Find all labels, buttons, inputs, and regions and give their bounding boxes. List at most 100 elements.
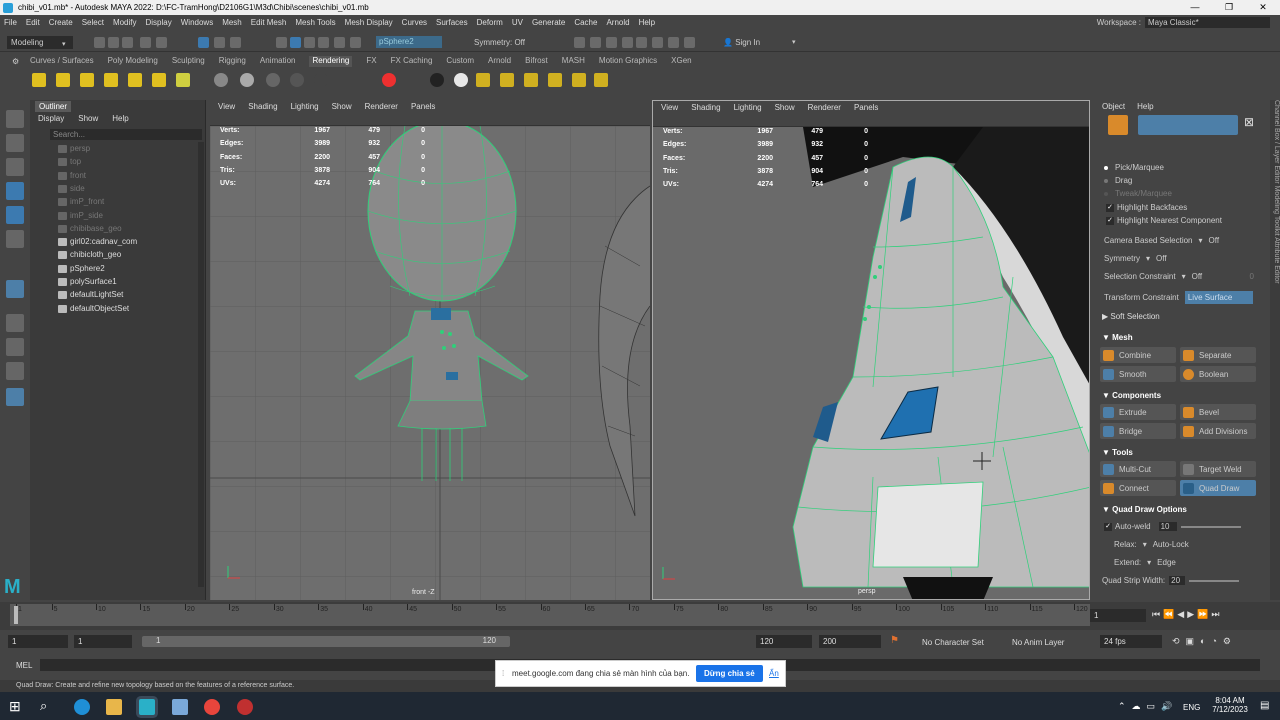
outliner-item[interactable]: pSphere2 <box>58 263 105 275</box>
quad-draw-tool-icon[interactable] <box>6 280 24 298</box>
status-tool-icon[interactable] <box>350 37 361 48</box>
status-tool-icon[interactable] <box>574 37 585 48</box>
outliner-item[interactable]: chibicloth_geo <box>58 249 121 261</box>
move-tool-icon[interactable] <box>6 182 24 200</box>
outliner-search-input[interactable]: Search... <box>50 129 202 140</box>
extend-dropdown[interactable]: Edge <box>1157 558 1176 567</box>
status-tool-icon[interactable] <box>214 37 225 48</box>
status-tool-icon[interactable] <box>590 37 601 48</box>
shelf-tool-icon[interactable] <box>594 73 608 87</box>
shelf-tool-icon[interactable] <box>128 73 142 87</box>
menu-mesh[interactable]: Mesh <box>222 18 242 27</box>
status-tool-icon[interactable] <box>230 37 241 48</box>
target-weld-button[interactable]: Target Weld <box>1180 461 1256 477</box>
menu-surfaces[interactable]: Surfaces <box>436 18 468 27</box>
shelf-tool-icon[interactable] <box>430 73 444 87</box>
outliner-scrollbar[interactable] <box>198 142 204 587</box>
status-tool-icon[interactable] <box>334 37 345 48</box>
extrude-button[interactable]: Extrude <box>1100 404 1176 420</box>
status-tool-icon[interactable] <box>140 37 151 48</box>
menu-mesh-display[interactable]: Mesh Display <box>345 18 393 27</box>
quad-draw-options-header[interactable]: Quad Draw Options <box>1112 505 1187 514</box>
outliner-item[interactable]: girl02:cadnav_com <box>58 236 137 248</box>
minimize-button[interactable]: — <box>1178 0 1212 15</box>
viewport-persp[interactable]: View Shading Lighting Show Renderer Pane… <box>652 100 1090 600</box>
outliner-item[interactable]: side <box>58 183 85 195</box>
shelf-tool-icon[interactable] <box>152 73 166 87</box>
status-tool-icon[interactable] <box>636 37 647 48</box>
connect-button[interactable]: Connect <box>1100 480 1176 496</box>
workspace-selector[interactable]: Workspace : Maya Classic* <box>1097 17 1270 28</box>
shelf-tool-icon[interactable] <box>290 73 304 87</box>
rotate-tool-icon[interactable] <box>6 206 24 224</box>
collapse-arrow-icon[interactable]: ▼ <box>1102 448 1112 457</box>
transform-constraint-dropdown[interactable]: Live Surface <box>1184 291 1253 304</box>
collapse-arrow-icon[interactable]: ▼ <box>1102 505 1112 514</box>
outliner-item[interactable]: chibibase_geo <box>58 223 122 235</box>
radio-icon[interactable] <box>1104 165 1108 170</box>
menu-select[interactable]: Select <box>82 18 104 27</box>
shelf-tool-icon[interactable] <box>32 73 46 87</box>
menu-windows[interactable]: Windows <box>181 18 213 27</box>
sign-in-button[interactable]: 👤 Sign In <box>723 37 798 49</box>
menu-uv[interactable]: UV <box>512 18 523 27</box>
soft-selection-header[interactable]: Soft Selection <box>1110 312 1159 321</box>
notification-icon[interactable]: ▤ <box>1260 700 1269 711</box>
shelf-tab[interactable]: FX <box>366 56 376 67</box>
shelf-tool-icon[interactable] <box>572 73 586 87</box>
current-time-field[interactable]: 1 <box>1090 609 1146 622</box>
quad-draw-button[interactable]: Quad Draw <box>1180 480 1256 496</box>
start-time-field[interactable]: 1 <box>8 635 68 648</box>
lighting-menu[interactable]: Lighting <box>291 100 319 113</box>
collapse-arrow-icon[interactable]: ▼ <box>1102 333 1112 342</box>
close-icon[interactable]: ⊠ <box>1244 115 1260 131</box>
status-tool-icon[interactable] <box>198 37 209 48</box>
drag-option[interactable]: Drag <box>1115 176 1132 185</box>
shading-menu[interactable]: Shading <box>248 100 277 113</box>
view-menu[interactable]: View <box>218 100 235 113</box>
capture-app-icon[interactable] <box>237 699 253 715</box>
playback-option-icons[interactable]: ⟲▣◐◔⚙ <box>1172 636 1237 647</box>
bevel-button[interactable]: Bevel <box>1180 404 1256 420</box>
checkbox-checked-icon[interactable]: ✓ <box>1104 522 1112 531</box>
playback-start-field[interactable]: 1 <box>74 635 132 648</box>
language-indicator[interactable]: ENG <box>1183 703 1200 712</box>
relax-dropdown[interactable]: Auto-Lock <box>1153 540 1189 549</box>
menu-deform[interactable]: Deform <box>477 18 503 27</box>
clock[interactable]: 8:04 AM 7/12/2023 <box>1210 696 1250 714</box>
current-time-indicator[interactable] <box>14 606 18 624</box>
menu-edit-mesh[interactable]: Edit Mesh <box>251 18 287 27</box>
shelf-menu-icon[interactable]: ⚙ <box>12 57 19 66</box>
auto-weld-value-field[interactable]: 10 <box>1158 522 1177 531</box>
menu-curves[interactable]: Curves <box>402 18 427 27</box>
stop-sharing-button[interactable]: Dừng chia sẻ <box>696 665 763 682</box>
scale-tool-icon[interactable] <box>6 230 24 248</box>
hide-button[interactable]: Ẩn <box>769 669 779 678</box>
combine-button[interactable]: Combine <box>1100 347 1176 363</box>
radio-icon[interactable] <box>1104 178 1108 183</box>
fps-dropdown[interactable]: 24 fps <box>1100 635 1162 648</box>
outliner-item[interactable]: polySurface1 <box>58 276 117 288</box>
outliner-tab[interactable]: Outliner <box>35 101 72 112</box>
checkbox-checked-icon[interactable]: ✓ <box>1106 216 1114 225</box>
menu-generate[interactable]: Generate <box>532 18 565 27</box>
shelf-tool-icon[interactable] <box>454 73 468 87</box>
shelf-tool-icon[interactable] <box>548 73 562 87</box>
status-tool-icon[interactable] <box>606 37 617 48</box>
workspace-dropdown[interactable]: Maya Classic* <box>1145 17 1270 28</box>
shelf-tab[interactable]: FX Caching <box>391 56 433 67</box>
menu-arnold[interactable]: Arnold <box>606 18 629 27</box>
shelf-tab[interactable]: MASH <box>562 56 585 67</box>
add-divisions-button[interactable]: Add Divisions <box>1180 423 1256 439</box>
shelf-tab[interactable]: Animation <box>260 56 296 67</box>
shelf-tool-icon[interactable] <box>314 73 328 87</box>
outliner-item[interactable]: top <box>58 156 81 168</box>
pick-marquee-option[interactable]: Pick/Marquee <box>1115 163 1164 172</box>
chrome-browser-icon[interactable] <box>204 699 220 715</box>
playback-end-field[interactable]: 120 <box>756 635 812 648</box>
object-mode-icon[interactable] <box>1108 115 1128 135</box>
menu-create[interactable]: Create <box>49 18 73 27</box>
renderer-menu[interactable]: Renderer <box>365 100 398 113</box>
menu-modify[interactable]: Modify <box>113 18 137 27</box>
component-mode-icons[interactable] <box>1138 115 1238 135</box>
